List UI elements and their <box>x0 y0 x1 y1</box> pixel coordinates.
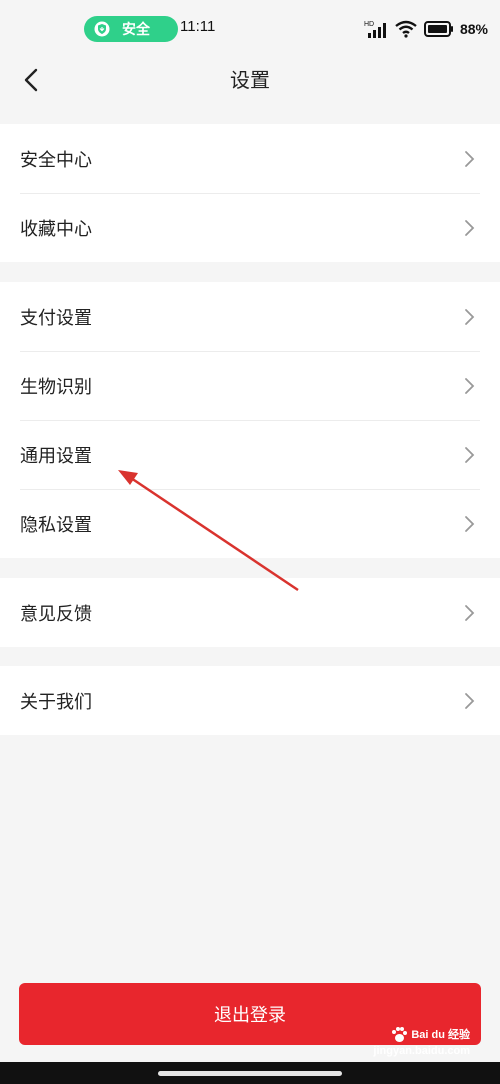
chevron-right-icon <box>465 692 475 709</box>
chevron-right-icon <box>465 604 475 621</box>
chevron-right-icon <box>465 150 475 167</box>
shield-icon <box>94 21 110 37</box>
chevron-right-icon <box>465 308 475 325</box>
watermark: Bai du 经验 jingyan.baidu.com <box>373 1026 470 1058</box>
settings-group-account: 安全中心 收藏中心 <box>0 124 500 262</box>
settings-item-label: 生物识别 <box>20 376 92 398</box>
cellular-signal-icon: HD <box>364 21 386 38</box>
chevron-right-icon <box>465 446 475 463</box>
settings-item-favorites[interactable]: 收藏中心 <box>0 193 500 262</box>
security-badge[interactable]: 安全 <box>84 16 178 42</box>
settings-item-label: 关于我们 <box>20 691 92 713</box>
settings-item-general[interactable]: 通用设置 <box>0 420 500 489</box>
page-title: 设置 <box>230 68 270 92</box>
battery-percentage: 88% <box>459 21 488 37</box>
watermark-brand: Bai du 经验 <box>411 1028 470 1041</box>
settings-item-label: 收藏中心 <box>20 218 92 240</box>
settings-item-label: 支付设置 <box>20 307 92 329</box>
paw-icon <box>392 1027 408 1042</box>
settings-group-preferences: 支付设置 生物识别 通用设置 隐私设置 <box>0 282 500 558</box>
chevron-right-icon <box>465 377 475 394</box>
security-badge-label: 安全 <box>122 22 150 38</box>
battery-icon <box>423 21 453 37</box>
settings-item-privacy[interactable]: 隐私设置 <box>0 489 500 558</box>
watermark-site: jingyan.baidu.com <box>373 1045 470 1057</box>
settings-item-label: 通用设置 <box>20 445 92 467</box>
clock: 11:11 <box>180 18 216 35</box>
logout-button-label: 退出登录 <box>214 1005 286 1026</box>
settings-item-about-us[interactable]: 关于我们 <box>0 666 500 735</box>
settings-item-feedback[interactable]: 意见反馈 <box>0 578 500 647</box>
settings-item-biometrics[interactable]: 生物识别 <box>0 351 500 420</box>
settings-item-security-center[interactable]: 安全中心 <box>0 124 500 193</box>
settings-item-label: 隐私设置 <box>20 514 92 536</box>
chevron-right-icon <box>465 515 475 532</box>
settings-item-label: 意见反馈 <box>20 603 92 625</box>
settings-group-feedback: 意见反馈 <box>0 578 500 647</box>
settings-group-about: 关于我们 <box>0 666 500 735</box>
settings-item-payment[interactable]: 支付设置 <box>0 282 500 351</box>
hd-text: HD <box>364 21 374 28</box>
settings-item-label: 安全中心 <box>20 149 92 171</box>
wifi-icon <box>395 20 417 38</box>
chevron-right-icon <box>465 219 475 236</box>
home-indicator[interactable] <box>158 1071 342 1076</box>
nav-bar: 设置 <box>0 56 500 106</box>
status-icons: HD 88% <box>364 16 488 42</box>
status-bar: 安全 11:11 HD 88% <box>0 0 500 56</box>
